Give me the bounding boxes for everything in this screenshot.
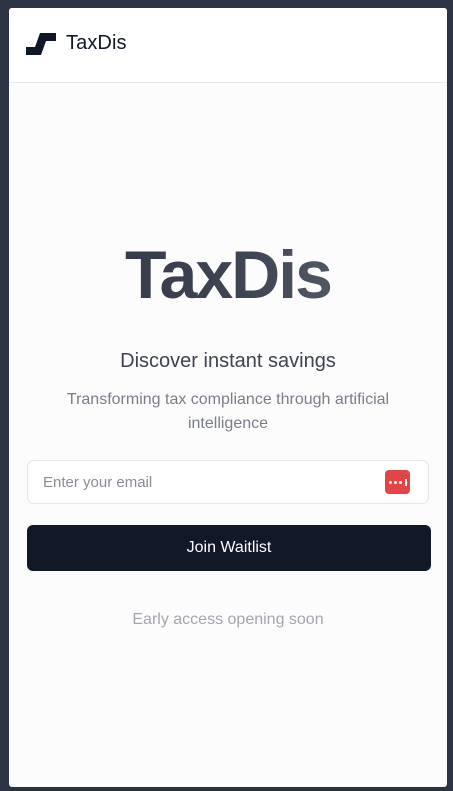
password-dot-icon [398, 480, 402, 484]
brand-name: TaxDis [66, 32, 127, 54]
password-manager-icon[interactable] [385, 470, 410, 494]
brand-link[interactable]: TaxDis [26, 32, 127, 55]
email-input[interactable] [28, 461, 383, 503]
password-dot-icon [388, 480, 392, 484]
cursor-bar-icon [404, 478, 407, 486]
top-navbar: TaxDis [9, 8, 447, 83]
hero-title: TaxDis [9, 233, 447, 317]
email-field [27, 460, 429, 504]
hero-subtitle: Transforming tax compliance through arti… [66, 391, 390, 432]
app-window: TaxDis TaxDis Discover instant savings T… [9, 8, 447, 787]
join-waitlist-button[interactable]: Join Waitlist [27, 525, 431, 571]
password-dot-icon [393, 480, 397, 484]
taxdis-logo-icon [26, 32, 56, 55]
early-access-note: Early access opening soon [132, 611, 324, 628]
hero-tagline: Discover instant savings [120, 350, 336, 372]
